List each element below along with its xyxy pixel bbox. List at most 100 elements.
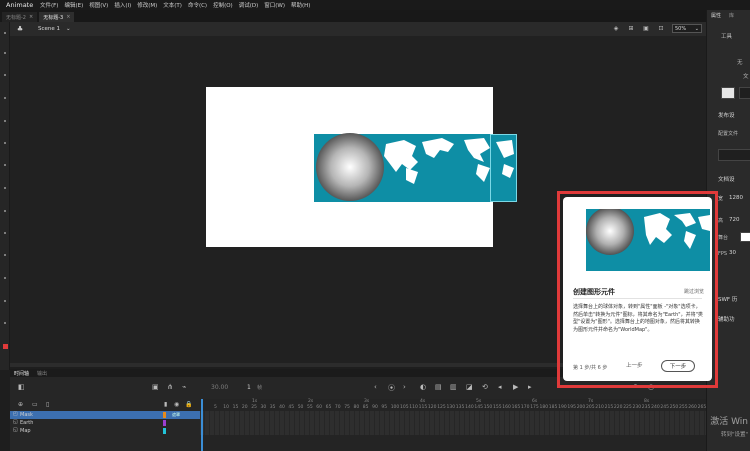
pencil-tool-icon[interactable] [4,232,6,234]
lock-icon[interactable]: 🔒 [185,401,192,408]
magnet-icon[interactable] [721,87,735,99]
close-icon[interactable]: × [29,14,33,20]
transform-tool-icon[interactable] [4,74,6,76]
layer-row-mask[interactable]: ◰ Mask 遮罩 [10,411,200,419]
profile-field[interactable] [718,149,750,161]
layer-row-map[interactable]: ◱ Map [10,427,200,435]
current-frame[interactable]: 1 [247,384,251,391]
next-button[interactable]: 下一步 [661,360,695,372]
ruler-frame-number: 230 [632,405,642,410]
parent-icon[interactable]: ⋔ [167,383,173,391]
accessibility-section[interactable]: 辅助功 [718,315,735,323]
height-value[interactable]: 720 [729,217,740,223]
folder-icon[interactable]: ▭ [32,401,38,408]
layers-icon[interactable]: ◧ [18,383,25,391]
earth-globe[interactable] [316,133,384,201]
frame-row-map[interactable] [200,427,706,435]
close-icon[interactable]: × [66,14,70,20]
center-stage-icon[interactable]: ⊡ [657,25,665,33]
subselect-tool-icon[interactable] [4,52,6,54]
tab-library[interactable]: 库 [729,12,734,19]
oval-tool-icon[interactable] [4,210,6,212]
layer-row-earth[interactable]: ◱ Earth [10,419,200,427]
ruler-frame-number: 70 [334,405,341,410]
frame-row-earth[interactable] [200,419,706,427]
stage-settings-icon[interactable] [739,87,750,99]
visibility-icon[interactable]: ◉ [174,401,179,408]
menu-debug[interactable]: 调试(D) [239,1,259,9]
graph-icon[interactable]: ⌁ [182,383,186,391]
menu-commands[interactable]: 命令(C) [188,1,207,9]
fps-field-value[interactable]: 30 [729,250,736,256]
tab-timeline[interactable]: 时间轴 [10,370,33,377]
scene-selector[interactable]: Scene 1 ⌄ [38,26,71,32]
new-layer-icon[interactable]: ⊕ [18,401,23,408]
menu-insert[interactable]: 插入(I) [114,1,131,9]
ruler-frame-number: 145 [474,405,483,410]
frame-row-mask[interactable] [200,411,706,419]
frames-panel[interactable]: 5 10 15 20 25 30 35 40 45 50 55 60 65 70 75 80 85 90 95 100… [200,399,706,451]
masked-layer-icon: ◱ [13,419,18,425]
trash-icon[interactable]: ▯ [46,401,49,408]
menu-view[interactable]: 视图(V) [89,1,108,9]
layer-color-chip[interactable] [163,420,166,426]
skip-tour-link[interactable]: 跳过浏览 [684,288,704,295]
keyframe-icon[interactable]: ◪ [466,383,473,391]
step-back-icon[interactable]: ◂ [498,383,502,391]
frame-icon[interactable]: ▥ [450,383,457,391]
selection-tool-icon[interactable] [4,32,6,34]
menu-window[interactable]: 窗口(W) [264,1,285,9]
tutorial-card: 创建图形元件 跳过浏览 选择舞台上的球体对象，转到"属性"面板 -"对象"选项卡… [563,197,712,381]
tab-output[interactable]: 输出 [33,370,51,377]
loop-icon[interactable]: ⟲ [482,383,488,391]
text-tool-icon[interactable] [4,142,6,144]
highlight-icon[interactable]: ▮ [164,401,167,408]
ruler-frame-number: 80 [353,405,360,410]
edit-multiple-icon[interactable]: ▤ [435,383,442,391]
doc-settings-section[interactable]: 文档设 [718,175,735,183]
lasso-tool-icon[interactable] [4,97,6,99]
eraser-tool-icon[interactable] [4,322,6,324]
width-value[interactable]: 1280 [729,195,743,201]
rectangle-tool-icon[interactable] [4,187,6,189]
clip-icon[interactable]: ▣ [642,25,650,33]
swf-history-section[interactable]: SWF 历 [718,295,737,303]
menu-help[interactable]: 帮助(H) [291,1,310,9]
bucket-tool-icon[interactable] [4,277,6,279]
menu-control[interactable]: 控制(O) [213,1,233,9]
timeline-ruler[interactable]: 5 10 15 20 25 30 35 40 45 50 55 60 65 70 75 80 85 90 95 100… [200,399,706,411]
tab-properties[interactable]: 属性 [711,12,721,19]
camera-icon[interactable]: ▣ [152,383,159,391]
previous-button[interactable]: 上一步 [626,361,643,369]
doc-tab-3[interactable]: 无标题-3 × [39,12,75,22]
chevron-right-icon[interactable]: › [403,383,406,391]
snap-icon[interactable]: ⊞ [627,25,635,33]
zoom-select[interactable]: 50% ⌄ [672,24,702,33]
publish-section[interactable]: 发布设 [718,111,735,119]
pen-tool-icon[interactable] [4,120,6,122]
play-icon[interactable]: ▶ [513,383,518,391]
stroke-color-swatch[interactable] [3,344,8,349]
eyedropper-tool-icon[interactable] [4,300,6,302]
chevron-left-icon[interactable]: ‹ [374,383,377,391]
scene-icon[interactable]: ♣ [16,25,24,33]
fps-value[interactable]: 30.00 [211,384,228,391]
menu-file[interactable]: 文件(F) [40,1,58,9]
layer-color-chip[interactable] [163,428,166,434]
brush-tool-icon[interactable] [4,254,6,256]
ruler-frame-number: 5 [214,405,217,410]
menu-modify[interactable]: 修改(M) [137,1,157,9]
step-forward-icon[interactable]: ▸ [528,383,532,391]
layer-color-chip[interactable] [163,412,166,418]
activation-watermark: 激活 Win [710,417,748,427]
menu-text[interactable]: 文本(T) [163,1,182,9]
line-tool-icon[interactable] [4,164,6,166]
center-frame-icon[interactable]: ⦿ [388,383,395,393]
ruler-frame-number: 65 [325,405,332,410]
onion-skin-icon[interactable]: ◐ [420,383,426,391]
playhead[interactable] [201,399,203,451]
doc-tab-2[interactable]: 无标题-2 × [2,12,38,22]
edit-symbol-icon[interactable]: ◈ [612,25,620,33]
stage-color-swatch[interactable] [740,232,750,242]
menu-edit[interactable]: 编辑(E) [64,1,83,9]
